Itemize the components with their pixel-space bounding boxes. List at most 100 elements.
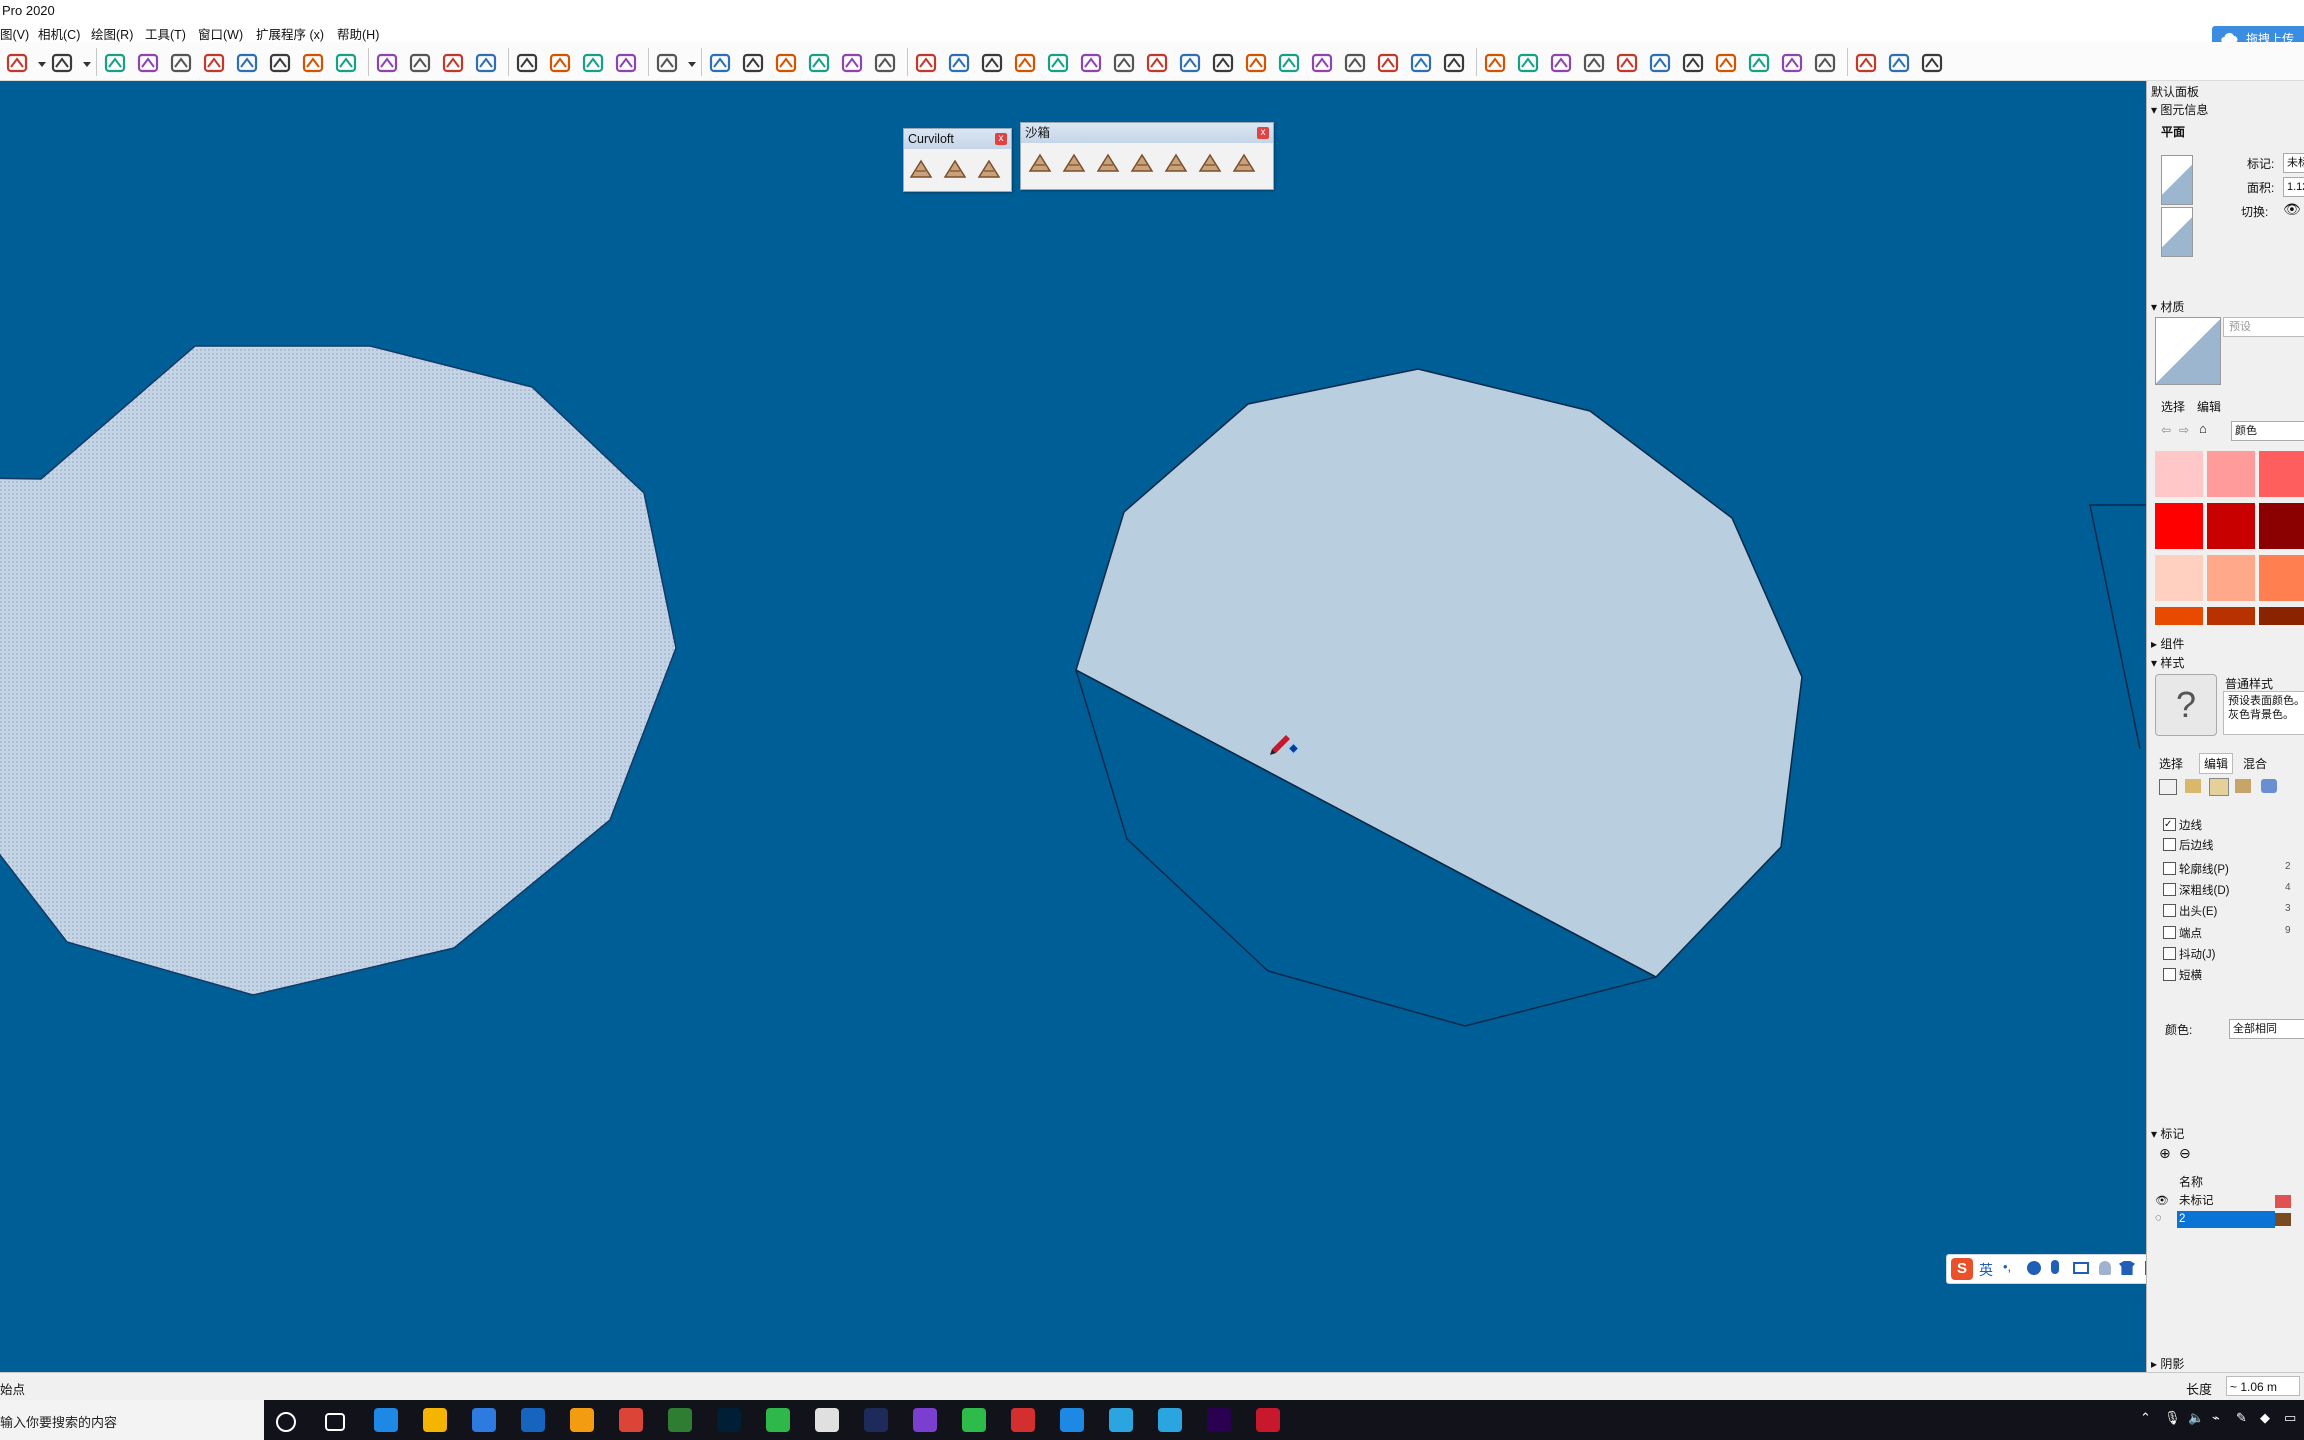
menu-help[interactable]: 帮助(H)	[337, 24, 379, 43]
photoshop-icon[interactable]	[717, 1408, 741, 1432]
right-view-icon[interactable]	[806, 50, 832, 76]
arc-icon[interactable]	[4, 50, 30, 76]
tape-measure-icon[interactable]	[267, 50, 293, 76]
360-icon[interactable]	[766, 1408, 790, 1432]
materials-header[interactable]: ▾ 材质	[2151, 298, 2184, 315]
text-icon[interactable]	[300, 50, 326, 76]
orbit-icon[interactable]	[374, 50, 400, 76]
polygon-face[interactable]	[1075, 368, 1803, 978]
material-swatch[interactable]	[2155, 503, 2203, 549]
dropdown-arrow-icon[interactable]	[82, 50, 92, 76]
bend-icon[interactable]	[1111, 50, 1137, 76]
ime-lang-toggle[interactable]: 英	[1979, 1260, 1993, 1280]
styles-tab-edit[interactable]: 编辑	[2199, 753, 2234, 774]
add-detail-icon[interactable]	[1197, 151, 1223, 177]
menu-draw[interactable]: 绘图(R)	[91, 24, 133, 43]
material-swatch[interactable]	[2259, 451, 2304, 497]
vine-icon[interactable]	[1243, 50, 1269, 76]
curviloft-toolbar[interactable]: Curviloft x	[903, 128, 1012, 192]
material-swatch[interactable]	[2207, 555, 2255, 601]
calculator-icon[interactable]	[1886, 50, 1912, 76]
selected-polygon-face[interactable]	[0, 345, 677, 996]
material-swatch[interactable]	[2207, 451, 2255, 497]
edge-option-checkbox[interactable]	[2163, 926, 2176, 939]
wave-icon[interactable]	[1548, 50, 1574, 76]
model-viewport[interactable]: Curviloft x 沙箱 x	[0, 81, 2146, 1372]
material-swatch[interactable]	[2155, 607, 2203, 625]
premiere-icon[interactable]	[1207, 1408, 1231, 1432]
drape-icon[interactable]	[1163, 151, 1189, 177]
back-view-icon[interactable]	[839, 50, 865, 76]
emoji-icon[interactable]	[2027, 1261, 2041, 1275]
push-pull-icon[interactable]	[102, 50, 128, 76]
material-swatch[interactable]	[2259, 503, 2304, 549]
edge-option-value[interactable]: 9	[2285, 925, 2304, 939]
cube-icon[interactable]	[1408, 50, 1434, 76]
section-icon[interactable]	[1045, 50, 1071, 76]
telegram-icon[interactable]	[1158, 1408, 1182, 1432]
sweep-icon[interactable]	[1144, 50, 1170, 76]
system-tray[interactable]: ⌃ 🎙 🔈 ⌁ ✎ ◆ ▭	[2136, 1410, 2304, 1430]
edge-option-checkbox[interactable]	[2163, 904, 2176, 917]
rotate-icon[interactable]	[201, 50, 227, 76]
loft-by-spline-icon[interactable]	[908, 157, 934, 183]
edge-option-checkbox[interactable]	[2163, 947, 2176, 960]
bars-icon[interactable]	[1012, 50, 1038, 76]
material-name-input[interactable]: 预设	[2223, 317, 2304, 337]
triangle-icon[interactable]	[1713, 50, 1739, 76]
tags-header[interactable]: ▾ 标记	[2151, 1125, 2184, 1142]
ruby-icon[interactable]	[613, 50, 639, 76]
brush-icon[interactable]	[1853, 50, 1879, 76]
dark-app-icon[interactable]	[864, 1408, 888, 1432]
extension-warehouse-icon[interactable]	[547, 50, 573, 76]
pan-icon[interactable]	[407, 50, 433, 76]
slab-icon[interactable]	[1276, 50, 1302, 76]
shadows-header[interactable]: ▸ 阴影	[2151, 1355, 2184, 1372]
visibility-eye-icon[interactable]: 👁	[2283, 201, 2301, 218]
menu-extensions[interactable]: 扩展程序 (x)	[256, 24, 324, 43]
modeling-settings-icon[interactable]	[2261, 779, 2277, 793]
arch-icon[interactable]	[1482, 50, 1508, 76]
dropdown-arrow-icon[interactable]	[37, 50, 47, 76]
frame-icon[interactable]	[1177, 50, 1203, 76]
edge-option-value[interactable]: 3	[2285, 903, 2304, 917]
dropdown-arrow-icon[interactable]	[687, 50, 697, 76]
column-icon[interactable]	[1680, 50, 1706, 76]
purple-app-icon[interactable]	[913, 1408, 937, 1432]
wall-icon[interactable]	[1078, 50, 1104, 76]
follow-me-icon[interactable]	[135, 50, 161, 76]
menu-camera[interactable]: 相机(C)	[38, 24, 80, 43]
materials-tab-edit[interactable]: 编辑	[2197, 398, 2221, 415]
measurements-box[interactable]: ~ 1.06 m	[2226, 1376, 2300, 1396]
box-icon[interactable]	[1779, 50, 1805, 76]
wechat-icon[interactable]	[962, 1408, 986, 1432]
stack-icon[interactable]	[1375, 50, 1401, 76]
add-tag-icon[interactable]: ⊕	[2159, 1145, 2171, 1162]
tag-visibility-eye-icon[interactable]: 👁	[2155, 1194, 2169, 1207]
styles-tab-mix[interactable]: 混合	[2243, 755, 2267, 772]
zoom-extents-icon[interactable]	[473, 50, 499, 76]
edge-option-checkbox[interactable]	[2163, 862, 2176, 875]
edge-option-value[interactable]: 2	[2285, 861, 2304, 875]
grid-icon[interactable]	[1746, 50, 1772, 76]
taskbar-search-box[interactable]: 输入你要搜索的内容	[0, 1400, 264, 1440]
offscreen-edge[interactable]	[2089, 504, 2146, 750]
stairs-icon[interactable]	[913, 50, 939, 76]
tag-row[interactable]: 👁 未标记	[2147, 1193, 2304, 1210]
share-icon[interactable]	[580, 50, 606, 76]
sandbox-title-bar[interactable]: 沙箱 x	[1021, 123, 1273, 143]
close-icon[interactable]: x	[1257, 127, 1269, 139]
material-swatch[interactable]	[2259, 607, 2304, 625]
edge-icon[interactable]	[374, 1408, 398, 1432]
tag-name[interactable]: 未标记	[2177, 1193, 2275, 1210]
menu-tools[interactable]: 工具(T)	[145, 24, 186, 43]
chevron-up-icon[interactable]: ⌃	[2140, 1410, 2151, 1426]
edge-option-checkbox[interactable]	[2163, 883, 2176, 896]
material-swatch[interactable]	[2207, 607, 2255, 625]
scale-icon[interactable]	[234, 50, 260, 76]
door-icon[interactable]	[946, 50, 972, 76]
pen-icon[interactable]: ✎	[2236, 1410, 2247, 1426]
cortana-icon[interactable]	[276, 1412, 296, 1432]
curviloft-title-bar[interactable]: Curviloft x	[904, 129, 1011, 149]
zoom-icon[interactable]	[440, 50, 466, 76]
